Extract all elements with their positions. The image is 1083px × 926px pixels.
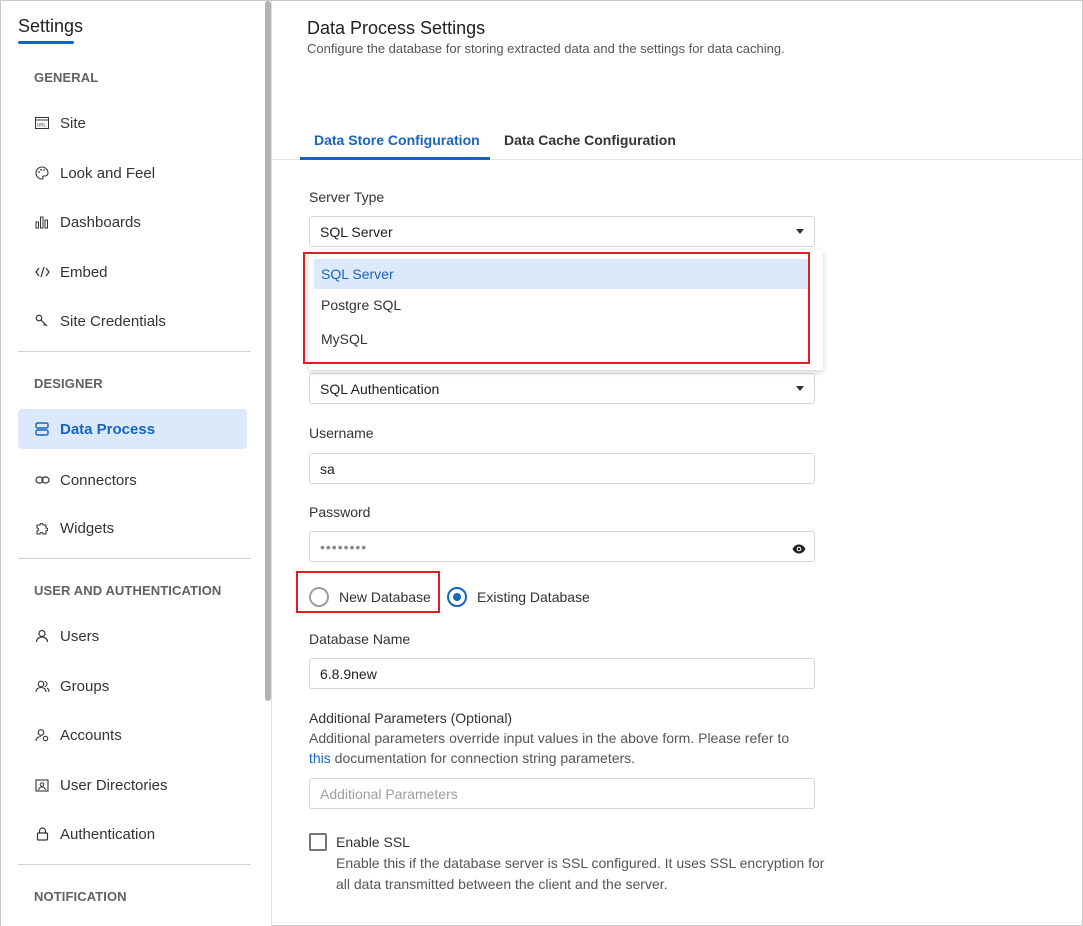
authentication-type-value: SQL Authentication (320, 380, 440, 397)
option-postgre-sql[interactable]: Postgre SQL (314, 290, 808, 320)
new-database-radio[interactable] (309, 587, 329, 607)
username-label: Username (309, 425, 374, 441)
server-type-value: SQL Server (320, 223, 393, 240)
sidebar: Settings GENERAL URL Site Look and Feel … (1, 1, 272, 926)
chevron-down-icon (796, 386, 804, 391)
sidebar-scrollbar[interactable] (265, 1, 271, 701)
sidebar-item-widgets[interactable]: Widgets (18, 508, 247, 548)
sidebar-item-users[interactable]: Users (18, 616, 247, 656)
authentication-type-select[interactable]: SQL Authentication (309, 373, 815, 404)
tab-data-cache-configuration[interactable]: Data Cache Configuration (504, 132, 676, 148)
sidebar-item-label: Accounts (60, 726, 122, 744)
username-value: sa (320, 460, 335, 477)
link-icon (34, 472, 50, 488)
server-type-select[interactable]: SQL Server (309, 216, 815, 247)
sidebar-item-label: Site (60, 114, 86, 132)
sidebar-item-label: Widgets (60, 519, 115, 537)
sidebar-item-data-process[interactable]: Data Process (18, 409, 247, 449)
documentation-link[interactable]: this (309, 750, 331, 766)
additional-parameters-placeholder: Additional Parameters (320, 785, 458, 802)
username-input[interactable]: sa (309, 453, 815, 484)
lock-icon (34, 826, 50, 842)
section-general: GENERAL (34, 70, 99, 85)
sidebar-item-site[interactable]: URL Site (18, 103, 247, 143)
sidebar-item-label: Users (60, 627, 100, 645)
sidebar-title-underline (18, 41, 74, 44)
section-notification: NOTIFICATION (34, 889, 127, 904)
sidebar-item-label: Authentication (60, 825, 156, 843)
palette-icon (34, 165, 50, 181)
sidebar-item-embed[interactable]: Embed (18, 252, 247, 292)
sidebar-item-label: Dashboards (60, 213, 141, 231)
tab-data-store-configuration[interactable]: Data Store Configuration (314, 132, 480, 148)
password-label: Password (309, 504, 371, 520)
additional-parameters-help: Additional parameters override input val… (309, 728, 829, 768)
url-icon: URL (34, 115, 50, 131)
database-name-label: Database Name (309, 631, 411, 647)
help-text-part-2: documentation for connection string para… (330, 750, 636, 766)
sidebar-item-groups[interactable]: Groups (18, 666, 247, 706)
section-designer: DESIGNER (34, 376, 103, 391)
settings-window: Settings GENERAL URL Site Look and Feel … (0, 0, 1083, 926)
sidebar-item-authentication[interactable]: Authentication (18, 814, 247, 854)
additional-parameters-input[interactable]: Additional Parameters (309, 778, 815, 809)
group-icon (34, 678, 50, 694)
active-tab-indicator (300, 157, 490, 160)
page-title: Data Process Settings (307, 18, 486, 38)
database-name-input[interactable]: 6.8.9new (309, 658, 815, 689)
database-name-value: 6.8.9new (320, 665, 377, 682)
sidebar-item-connectors[interactable]: Connectors (18, 460, 247, 500)
sidebar-item-accounts[interactable]: Accounts (18, 715, 247, 755)
sidebar-item-label: Data Process (60, 420, 156, 438)
server-type-label: Server Type (309, 189, 385, 205)
page-subtitle: Configure the database for storing extra… (307, 41, 785, 56)
sidebar-divider (18, 351, 251, 352)
sidebar-item-site-credentials[interactable]: Site Credentials (18, 301, 247, 341)
database-icon (34, 421, 50, 437)
sidebar-divider (18, 864, 251, 865)
password-value: •••••••• (320, 538, 368, 555)
sidebar-item-label: Site Credentials (60, 312, 166, 330)
existing-database-radio[interactable] (447, 587, 467, 607)
user-icon (34, 628, 50, 644)
sidebar-divider (18, 558, 251, 559)
option-mysql[interactable]: MySQL (314, 324, 808, 354)
sidebar-item-dashboards[interactable]: Dashboards (18, 202, 247, 242)
account-icon (34, 727, 50, 743)
existing-database-label[interactable]: Existing Database (477, 589, 590, 605)
sidebar-item-label: Embed (60, 263, 108, 281)
enable-ssl-help: Enable this if the database server is SS… (336, 855, 825, 892)
code-icon (34, 264, 50, 280)
contact-card-icon (34, 777, 50, 793)
bar-chart-icon (34, 214, 50, 230)
puzzle-icon (34, 520, 50, 536)
server-type-dropdown: SQL Server Postgre SQL MySQL (309, 250, 823, 370)
main-panel: Data Process Settings Configure the data… (273, 1, 1082, 925)
chevron-down-icon (796, 229, 804, 234)
eye-icon[interactable] (792, 541, 806, 557)
new-database-label[interactable]: New Database (339, 589, 431, 605)
sidebar-title: Settings (18, 16, 84, 36)
sidebar-item-label: User Directories (60, 776, 168, 794)
password-input[interactable]: •••••••• (309, 531, 815, 562)
additional-parameters-label: Additional Parameters (Optional) (309, 710, 513, 726)
sidebar-item-look-and-feel[interactable]: Look and Feel (18, 153, 247, 193)
section-user-authentication: USER AND AUTHENTICATION (34, 583, 222, 598)
help-text-part-1: Additional parameters override input val… (309, 730, 790, 746)
enable-ssl-checkbox[interactable] (309, 833, 327, 851)
option-sql-server[interactable]: SQL Server (314, 259, 808, 289)
enable-ssl-label[interactable]: Enable SSL (336, 834, 410, 850)
sidebar-item-label: Look and Feel (60, 164, 156, 182)
sidebar-item-label: Connectors (60, 471, 137, 489)
sidebar-item-user-directories[interactable]: User Directories (18, 765, 247, 805)
key-icon (34, 313, 50, 329)
svg-text:URL: URL (37, 123, 46, 129)
sidebar-item-label: Groups (60, 677, 110, 695)
